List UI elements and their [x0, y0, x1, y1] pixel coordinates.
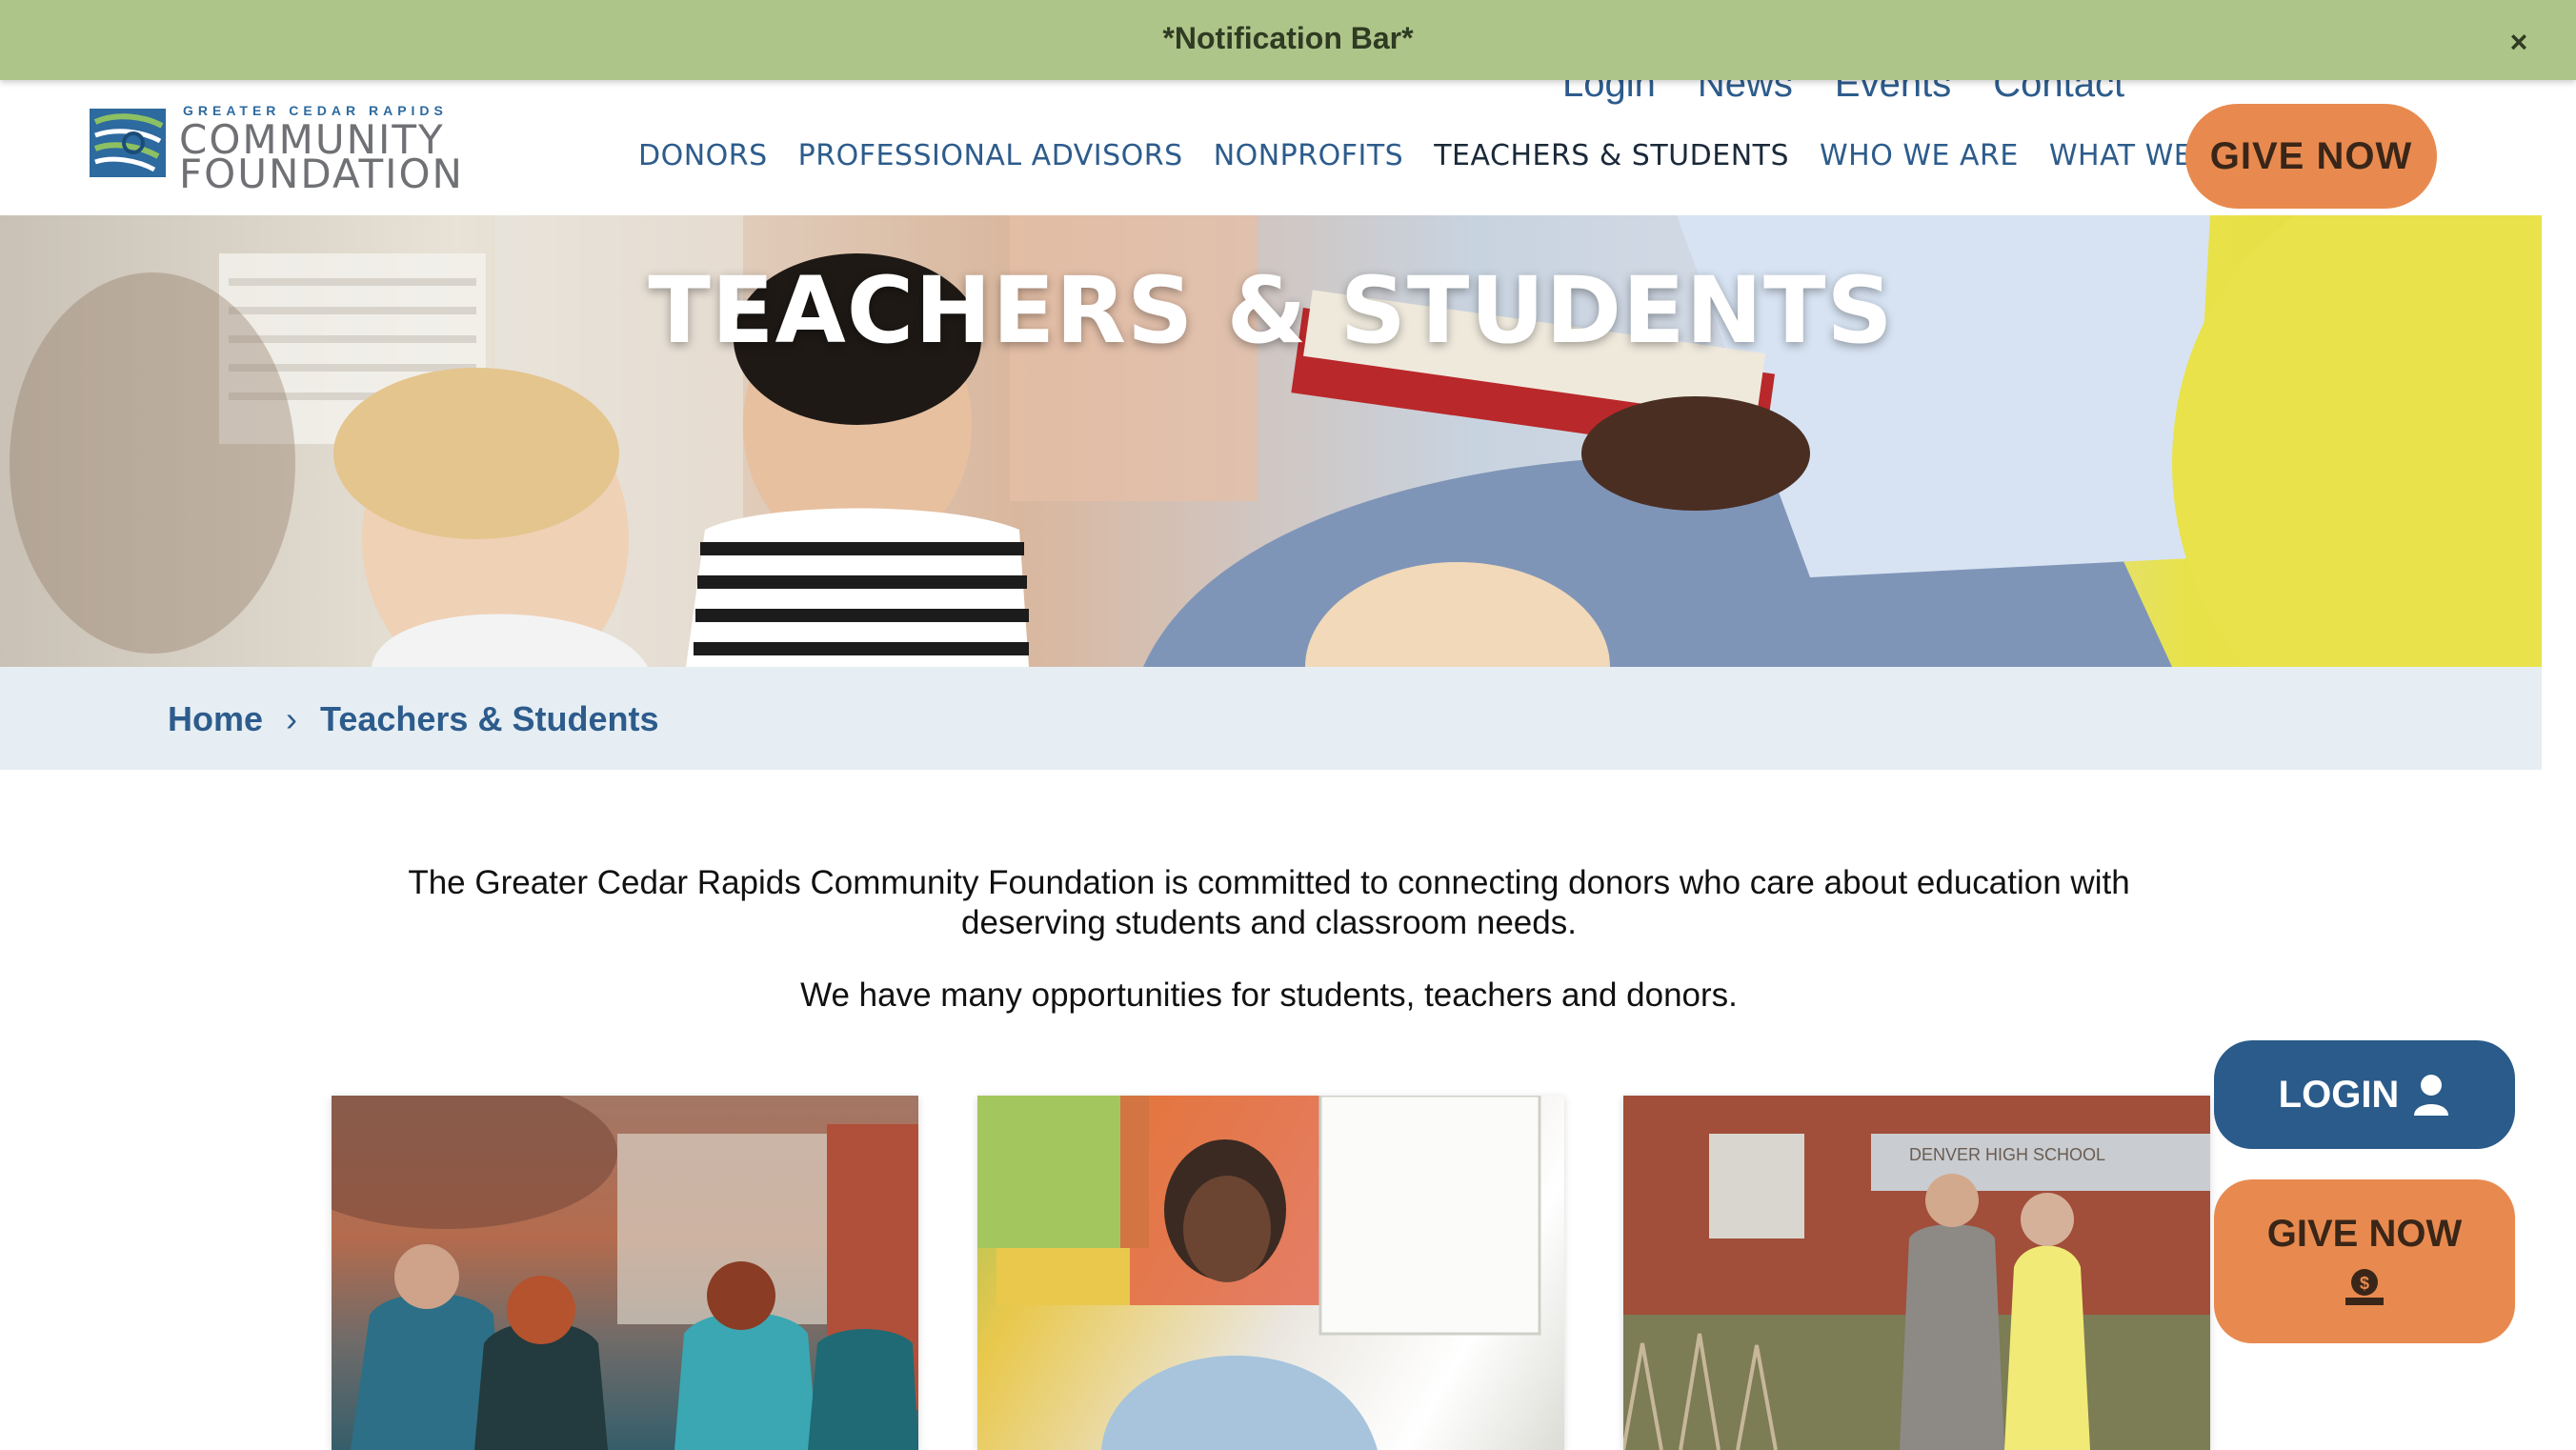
- hero-banner: TEACHERS & STUDENTS: [0, 215, 2542, 667]
- floating-give-label: GIVE NOW: [2266, 1212, 2463, 1255]
- site-header: GREATER CEDAR RAPIDS COMMUNITY FOUNDATIO…: [0, 80, 2576, 215]
- card-students-photo[interactable]: [332, 1096, 918, 1450]
- logo-swirl-icon: [90, 109, 166, 177]
- breadcrumb-home[interactable]: Home: [168, 699, 263, 739]
- students-walking-image: [332, 1096, 918, 1450]
- intro-paragraph-1: The Greater Cedar Rapids Community Found…: [408, 864, 2130, 941]
- breadcrumb: Home › Teachers & Students: [0, 667, 2542, 770]
- notification-bar: *Notification Bar* ×: [0, 0, 2576, 80]
- school-sign: DENVER HIGH SCHOOL: [1909, 1145, 2105, 1164]
- nav-professional-advisors[interactable]: PROFESSIONAL ADVISORS: [798, 139, 1183, 172]
- svg-text:$: $: [2360, 1274, 2369, 1293]
- page-edge: [2542, 80, 2576, 1450]
- card-teacher-photo[interactable]: [977, 1096, 1564, 1450]
- floating-give-now-button[interactable]: GIVE NOW $: [2214, 1179, 2515, 1343]
- page-title: TEACHERS & STUDENTS: [648, 257, 1894, 364]
- donate-hand-dollar-icon: $: [2345, 1268, 2384, 1305]
- card-donors-photo[interactable]: DENVER HIGH SCHOOL: [1623, 1096, 2210, 1450]
- chevron-right-icon: ›: [286, 699, 298, 738]
- nav-who-we-are[interactable]: WHO WE ARE: [1820, 139, 2019, 172]
- close-icon[interactable]: ×: [2500, 23, 2538, 61]
- floating-login-label: LOGIN: [2278, 1073, 2400, 1116]
- nav-nonprofits[interactable]: NONPROFITS: [1214, 139, 1404, 172]
- logo[interactable]: GREATER CEDAR RAPIDS COMMUNITY FOUNDATIO…: [88, 93, 469, 194]
- util-link-contact[interactable]: Contact: [1993, 80, 2124, 106]
- intro-text: The Greater Cedar Rapids Community Found…: [362, 863, 2176, 1048]
- teacher-classroom-image: [977, 1096, 1541, 1450]
- nav-teachers-students[interactable]: TEACHERS & STUDENTS: [1434, 139, 1789, 172]
- util-link-events[interactable]: Events: [1835, 80, 1951, 106]
- notification-text: *Notification Bar*: [1162, 21, 1414, 55]
- util-link-login[interactable]: Login: [1562, 80, 1656, 106]
- main-nav: DONORS PROFESSIONAL ADVISORS NONPROFITS …: [638, 139, 2247, 172]
- utility-nav: Login News Events Contact: [1562, 80, 2124, 106]
- logo-line-2: FOUNDATION: [179, 151, 464, 197]
- user-icon: [2414, 1075, 2449, 1116]
- nav-donors[interactable]: DONORS: [638, 139, 768, 172]
- util-link-news[interactable]: News: [1698, 80, 1793, 106]
- denver-high-school-image: DENVER HIGH SCHOOL: [1623, 1096, 2210, 1450]
- breadcrumb-current[interactable]: Teachers & Students: [320, 699, 658, 739]
- intro-paragraph-2: We have many opportunities for students,…: [800, 977, 1738, 1014]
- floating-login-button[interactable]: LOGIN: [2214, 1040, 2515, 1149]
- give-now-button[interactable]: GIVE NOW: [2185, 104, 2437, 209]
